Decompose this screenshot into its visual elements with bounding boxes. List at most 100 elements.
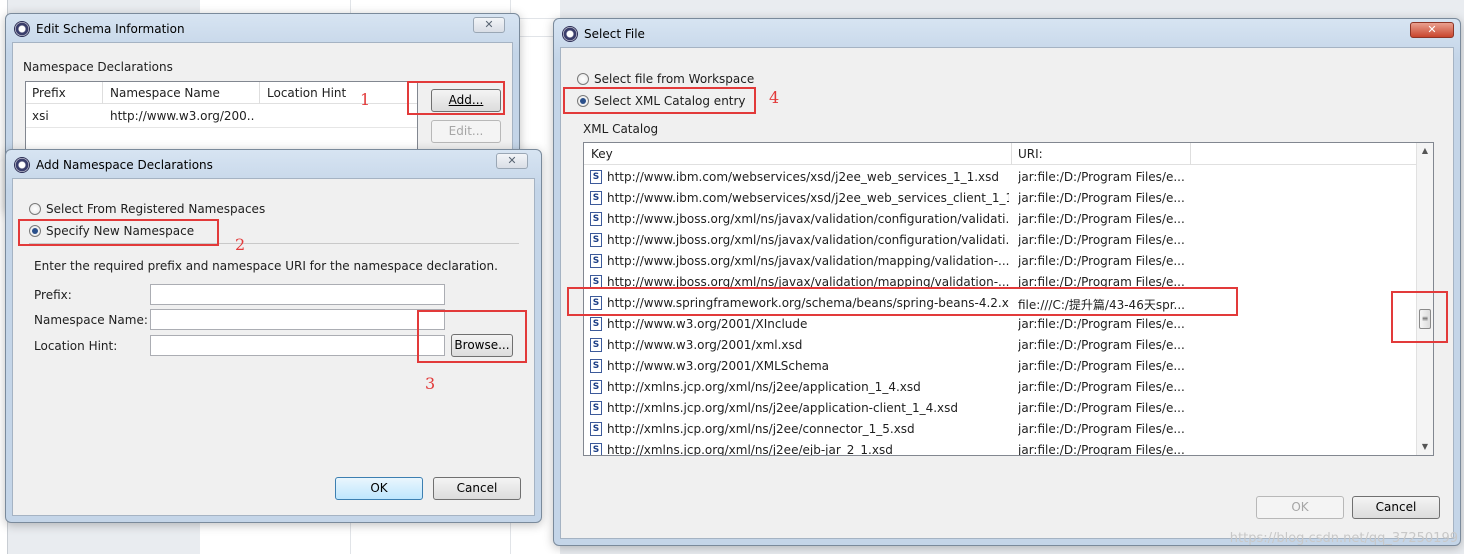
cell-uri: jar:file:/D:/Program Files/e...: [1018, 191, 1185, 205]
xsd-file-icon: S: [590, 233, 602, 247]
cell-key: http://www.ibm.com/webservices/xsd/j2ee_…: [607, 191, 1009, 205]
column-header-prefix[interactable]: Prefix: [32, 86, 66, 100]
cell-uri: jar:file:/D:/Program Files/e...: [1018, 401, 1185, 415]
xsd-file-icon: S: [590, 422, 602, 436]
annotation-box-2: [18, 219, 219, 246]
add-namespace-titlebar: Add Namespace Declarations: [14, 155, 213, 175]
add-namespace-title: Add Namespace Declarations: [36, 158, 213, 172]
annotation-number-1: 1: [360, 90, 371, 109]
eclipse-icon: [14, 157, 30, 173]
cell-uri: jar:file:/D:/Program Files/e...: [1018, 233, 1185, 247]
radio-button[interactable]: [29, 203, 41, 215]
cell-key: http://xmlns.jcp.org/xml/ns/j2ee/ejb-jar…: [607, 443, 893, 456]
column-header-uri[interactable]: URI:: [1018, 147, 1043, 161]
xsd-file-icon: S: [590, 254, 602, 268]
close-button[interactable]: ✕: [473, 17, 505, 33]
annotation-box-3: [417, 310, 527, 363]
cancel-button[interactable]: Cancel: [433, 477, 521, 500]
edit-button-label: Edit...: [448, 124, 484, 138]
xsd-file-icon: S: [590, 338, 602, 352]
xml-catalog-label: XML Catalog: [583, 122, 659, 136]
cell-key: http://www.w3.org/2001/XMLSchema: [607, 359, 829, 373]
select-file-titlebar: Select File: [562, 24, 645, 44]
cell-key: http://www.w3.org/2001/XInclude: [607, 317, 808, 331]
cell-key: http://www.jboss.org/xml/ns/javax/valida…: [607, 233, 1009, 247]
eclipse-icon: [562, 26, 578, 42]
cell-prefix: xsi: [32, 109, 49, 123]
column-header-namespace[interactable]: Namespace Name: [110, 86, 220, 100]
cell-key: http://xmlns.jcp.org/xml/ns/j2ee/connect…: [607, 422, 915, 436]
table-row[interactable]: Shttp://www.jboss.org/xml/ns/javax/valid…: [584, 230, 1417, 251]
cell-uri: jar:file:/D:/Program Files/e...: [1018, 380, 1185, 394]
cell-uri: jar:file:/D:/Program Files/e...: [1018, 422, 1185, 436]
cell-key: http://www.ibm.com/webservices/xsd/j2ee_…: [607, 170, 999, 184]
location-hint-label: Location Hint:: [34, 339, 118, 353]
annotation-number-2: 2: [235, 235, 246, 254]
cell-key: http://www.jboss.org/xml/ns/javax/valida…: [607, 254, 1009, 268]
annotation-number-3: 3: [425, 374, 436, 393]
radio-workspace[interactable]: Select file from Workspace: [577, 72, 754, 86]
scroll-up-arrow[interactable]: ▲: [1417, 143, 1433, 159]
cancel-button[interactable]: Cancel: [1352, 496, 1440, 519]
namespace-name-label: Namespace Name:: [34, 313, 148, 327]
table-row[interactable]: Shttp://www.w3.org/2001/xml.xsd jar:file:…: [584, 335, 1417, 356]
table-row[interactable]: Shttp://www.jboss.org/xml/ns/javax/valid…: [584, 251, 1417, 272]
table-row[interactable]: Shttp://xmlns.jcp.org/xml/ns/j2ee/ejb-ja…: [584, 440, 1417, 456]
location-hint-field[interactable]: [150, 335, 445, 356]
annotation-box-4: [563, 87, 756, 114]
radio-registered-namespaces[interactable]: Select From Registered Namespaces: [29, 202, 265, 216]
table-row[interactable]: Shttp://www.ibm.com/webservices/xsd/j2ee…: [584, 167, 1417, 188]
table-row[interactable]: Shttp://xmlns.jcp.org/xml/ns/j2ee/applic…: [584, 398, 1417, 419]
namespace-name-field[interactable]: [150, 309, 445, 330]
cell-uri: jar:file:/D:/Program Files/e...: [1018, 359, 1185, 373]
cell-key: http://www.w3.org/2001/xml.xsd: [607, 338, 803, 352]
cell-uri: jar:file:/D:/Program Files/e...: [1018, 338, 1185, 352]
edit-schema-title: Edit Schema Information: [36, 22, 185, 36]
annotation-number-4: 4: [769, 88, 780, 107]
xsd-file-icon: S: [590, 380, 602, 394]
instruction-text: Enter the required prefix and namespace …: [34, 259, 498, 273]
cell-key: http://xmlns.jcp.org/xml/ns/j2ee/applica…: [607, 401, 959, 415]
cell-namespace: http://www.w3.org/200...: [110, 109, 255, 123]
edit-schema-titlebar: Edit Schema Information: [14, 19, 185, 39]
cell-uri: jar:file:/D:/Program Files/e...: [1018, 443, 1185, 456]
table-row[interactable]: Shttp://www.ibm.com/webservices/xsd/j2ee…: [584, 188, 1417, 209]
namespace-table-header: Prefix Namespace Name Location Hint: [26, 82, 417, 104]
close-button[interactable]: ✕: [1410, 22, 1454, 38]
namespace-declarations-label: Namespace Declarations: [23, 60, 173, 74]
edit-button[interactable]: Edit...: [431, 120, 501, 143]
scroll-down-arrow[interactable]: ▼: [1417, 439, 1433, 455]
xsd-file-icon: S: [590, 191, 602, 205]
xsd-file-icon: S: [590, 317, 602, 331]
annotation-box-scrollbar: [1391, 291, 1448, 343]
xsd-file-icon: S: [590, 359, 602, 373]
column-header-location-hint[interactable]: Location Hint: [267, 86, 346, 100]
xsd-file-icon: S: [590, 401, 602, 415]
cell-uri: jar:file:/D:/Program Files/e...: [1018, 212, 1185, 226]
prefix-field[interactable]: [150, 284, 445, 305]
table-row[interactable]: Shttp://www.w3.org/2001/XInclude jar:file…: [584, 314, 1417, 335]
table-row[interactable]: Shttp://xmlns.jcp.org/xml/ns/j2ee/applic…: [584, 377, 1417, 398]
cell-uri: jar:file:/D:/Program Files/e...: [1018, 170, 1185, 184]
catalog-table-header: Key URI:: [584, 143, 1433, 165]
radio-workspace-label: Select file from Workspace: [594, 72, 755, 86]
xsd-file-icon: S: [590, 170, 602, 184]
eclipse-icon: [14, 21, 30, 37]
ok-button[interactable]: OK: [335, 477, 423, 500]
close-button[interactable]: ✕: [496, 153, 528, 169]
annotation-box-1: [407, 81, 505, 115]
xsd-file-icon: S: [590, 443, 602, 455]
radio-button[interactable]: [577, 73, 589, 85]
table-row[interactable]: Shttp://xmlns.jcp.org/xml/ns/j2ee/connec…: [584, 419, 1417, 440]
table-row[interactable]: xsi http://www.w3.org/200...: [26, 106, 417, 128]
column-header-key[interactable]: Key: [591, 147, 613, 161]
table-row[interactable]: Shttp://www.jboss.org/xml/ns/javax/valid…: [584, 209, 1417, 230]
cell-uri: jar:file:/D:/Program Files/e...: [1018, 317, 1185, 331]
ok-button[interactable]: OK: [1256, 496, 1344, 519]
cell-uri: jar:file:/D:/Program Files/e...: [1018, 254, 1185, 268]
annotation-box-highlight-row: [567, 287, 1238, 316]
select-file-title: Select File: [584, 27, 645, 41]
prefix-label: Prefix:: [34, 288, 72, 302]
watermark-text: https://blog.csdn.net/qq_37250199: [1229, 531, 1458, 546]
table-row[interactable]: Shttp://www.w3.org/2001/XMLSchema jar:fil…: [584, 356, 1417, 377]
